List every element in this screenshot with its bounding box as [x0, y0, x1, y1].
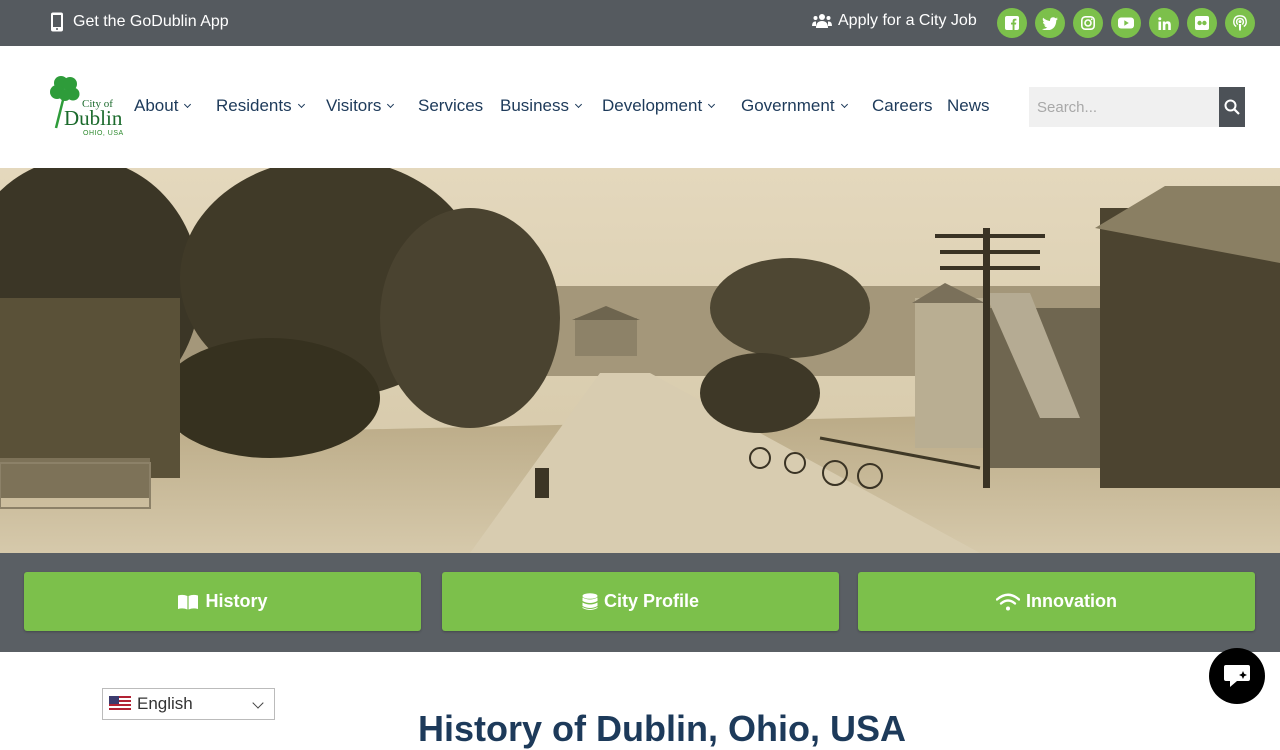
- innovation-label: Innovation: [1026, 591, 1117, 611]
- nav-label: About: [134, 96, 179, 115]
- chevron-down-icon: [708, 100, 716, 108]
- nav-services[interactable]: Services: [418, 96, 483, 116]
- innovation-button[interactable]: Innovation: [858, 572, 1255, 631]
- city-profile-label: City Profile: [603, 591, 700, 611]
- chevron-down-icon: [574, 100, 583, 108]
- social-links: [997, 8, 1255, 38]
- mobile-phone-icon: [51, 12, 63, 32]
- facebook-icon[interactable]: [997, 8, 1027, 38]
- instagram-icon[interactable]: [1073, 8, 1103, 38]
- twitter-icon[interactable]: [1035, 8, 1065, 38]
- history-button[interactable]: History: [24, 572, 421, 631]
- get-app-label: Get the GoDublin App: [73, 13, 229, 30]
- top-bar: Get the GoDublin App Apply for a City Jo…: [0, 0, 1280, 46]
- nav-label: Visitors: [326, 96, 382, 115]
- site-header: City of Dublin OHIO, USA About Residents…: [0, 46, 1280, 168]
- chevron-down-icon: [184, 100, 192, 108]
- apply-job-link[interactable]: Apply for a City Job: [812, 12, 977, 30]
- database-icon: [582, 592, 598, 610]
- book-open-icon: [178, 594, 199, 609]
- podcast-icon[interactable]: [1225, 8, 1255, 38]
- nav-business[interactable]: Business: [500, 96, 583, 116]
- nav-label: Business: [500, 96, 569, 115]
- nav-residents[interactable]: Residents: [216, 96, 305, 116]
- search-button[interactable]: [1219, 87, 1245, 127]
- chevron-down-icon: [297, 100, 305, 108]
- nav-careers[interactable]: Careers: [872, 96, 932, 116]
- nav-label: Services: [418, 96, 484, 115]
- city-profile-button[interactable]: City Profile: [442, 572, 839, 631]
- nav-label: Residents: [216, 96, 292, 115]
- language-label: English: [137, 694, 193, 713]
- history-label: History: [205, 591, 268, 611]
- logo-dublin: Dublin: [64, 106, 123, 130]
- nav-label: News: [947, 96, 990, 115]
- chevron-down-icon: [840, 100, 848, 108]
- users-icon: [812, 14, 832, 28]
- get-app-link[interactable]: Get the GoDublin App: [50, 12, 229, 32]
- chat-widget-button[interactable]: [1209, 648, 1265, 704]
- nav-development[interactable]: Development: [602, 96, 716, 116]
- chevron-down-icon: [252, 697, 264, 709]
- hero-historic-photo: [0, 168, 1280, 553]
- us-flag-icon: [109, 696, 131, 712]
- chat-bubble-icon: [1224, 665, 1250, 687]
- nav-label: Careers: [872, 96, 933, 115]
- logo-ohio-usa: OHIO, USA: [83, 130, 124, 137]
- nav-news[interactable]: News: [947, 96, 990, 116]
- nav-government[interactable]: Government: [741, 96, 848, 116]
- nav-label: Government: [741, 96, 835, 115]
- youtube-icon[interactable]: [1111, 8, 1141, 38]
- nav-about[interactable]: About: [134, 96, 192, 116]
- wifi-icon: [996, 593, 1020, 610]
- language-selector[interactable]: English: [102, 688, 275, 720]
- nav-visitors[interactable]: Visitors: [326, 96, 395, 116]
- search-input[interactable]: [1029, 87, 1219, 127]
- page-title: History of Dublin, Ohio, USA: [418, 708, 906, 749]
- flickr-icon[interactable]: [1187, 8, 1217, 38]
- apply-job-label: Apply for a City Job: [838, 12, 977, 29]
- quick-links-band: History City Profile Innovation: [0, 553, 1280, 652]
- linkedin-icon[interactable]: [1149, 8, 1179, 38]
- nav-label: Development: [602, 96, 703, 115]
- chevron-down-icon: [387, 100, 395, 108]
- search-icon: [1224, 99, 1240, 115]
